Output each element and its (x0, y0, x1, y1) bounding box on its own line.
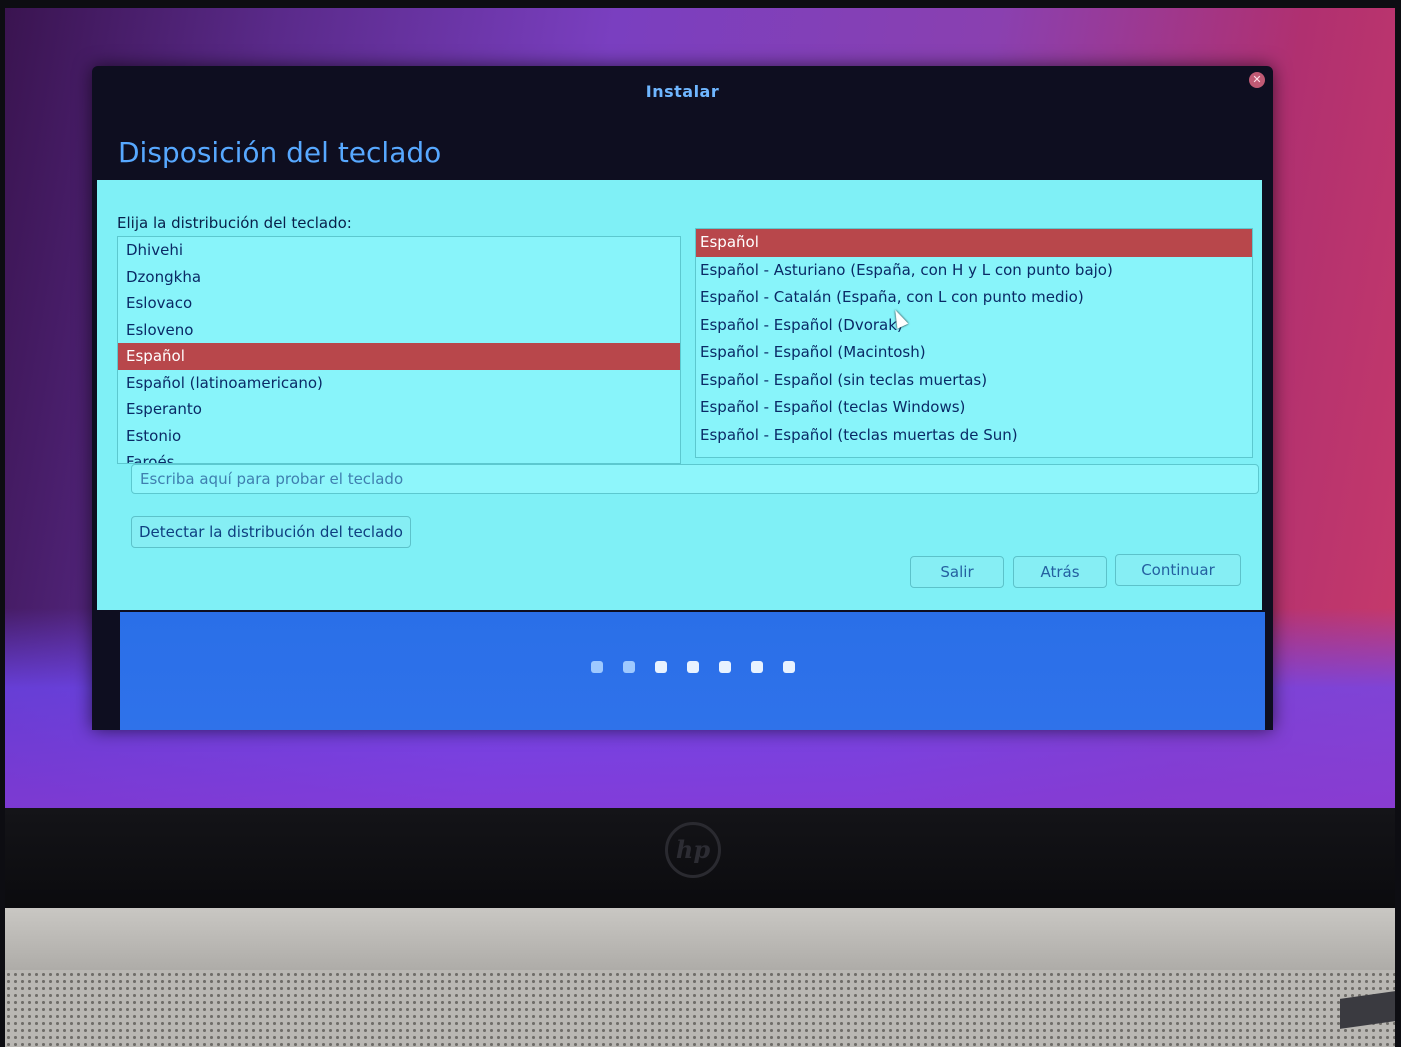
installer-footer (120, 612, 1265, 730)
content-area: Elija la distribución del teclado: Dhive… (97, 180, 1262, 610)
page-title: Disposición del teclado (118, 136, 442, 169)
progress-dot (622, 661, 635, 673)
layout-prompt-label: Elija la distribución del teclado: (117, 214, 352, 232)
keyboard-variant-list[interactable]: Español Español - Asturiano (España, con … (695, 228, 1253, 458)
progress-dot (590, 661, 603, 673)
list-item[interactable]: Dzongkha (118, 264, 680, 291)
window-title: Instalar (645, 82, 720, 101)
list-item[interactable]: Español - Español (teclas muertas de Sun… (696, 422, 1252, 450)
list-item[interactable]: Español (696, 229, 1252, 257)
list-item[interactable]: Español - Español (Macintosh) (696, 339, 1252, 367)
list-item[interactable]: Español - Catalán (España, con L con pun… (696, 284, 1252, 312)
list-item[interactable]: Español (latinoamericano) (118, 370, 680, 397)
installer-window: Instalar ✕ Disposición del teclado Elija… (92, 66, 1273, 730)
list-item[interactable]: Español - Español (Dvorak) (696, 312, 1252, 340)
progress-dot (654, 661, 667, 673)
progress-dot (750, 661, 763, 673)
list-item[interactable]: Esperanto (118, 396, 680, 423)
list-item[interactable]: Español (118, 343, 680, 370)
hp-logo: hp (665, 822, 721, 878)
progress-indicator (120, 658, 1265, 677)
keyboard-layout-list[interactable]: Dhivehi Dzongkha Eslovaco Esloveno Español Es… (117, 236, 681, 464)
list-item[interactable]: Español - Español (teclas Windows) (696, 394, 1252, 422)
list-item[interactable]: Faroés (118, 449, 680, 463)
list-item[interactable]: Estonio (118, 423, 680, 450)
list-item[interactable]: Eslovaco (118, 290, 680, 317)
list-item[interactable]: Español - Español (sin teclas muertas) (696, 367, 1252, 395)
list-item[interactable]: Español - Asturiano (España, con H y L c… (696, 257, 1252, 285)
continue-button[interactable]: Continuar (1115, 554, 1241, 586)
close-icon[interactable]: ✕ (1249, 72, 1265, 88)
progress-dot (718, 661, 731, 673)
detect-layout-button[interactable]: Detectar la distribución del teclado (131, 516, 411, 548)
progress-dot (782, 661, 795, 673)
keyboard-test-input[interactable] (131, 464, 1259, 494)
list-item[interactable]: Dhivehi (118, 237, 680, 264)
list-item[interactable]: Esloveno (118, 317, 680, 344)
back-button[interactable]: Atrás (1013, 556, 1107, 588)
progress-dot (686, 661, 699, 673)
quit-button[interactable]: Salir (910, 556, 1004, 588)
laptop-base (5, 908, 1395, 970)
